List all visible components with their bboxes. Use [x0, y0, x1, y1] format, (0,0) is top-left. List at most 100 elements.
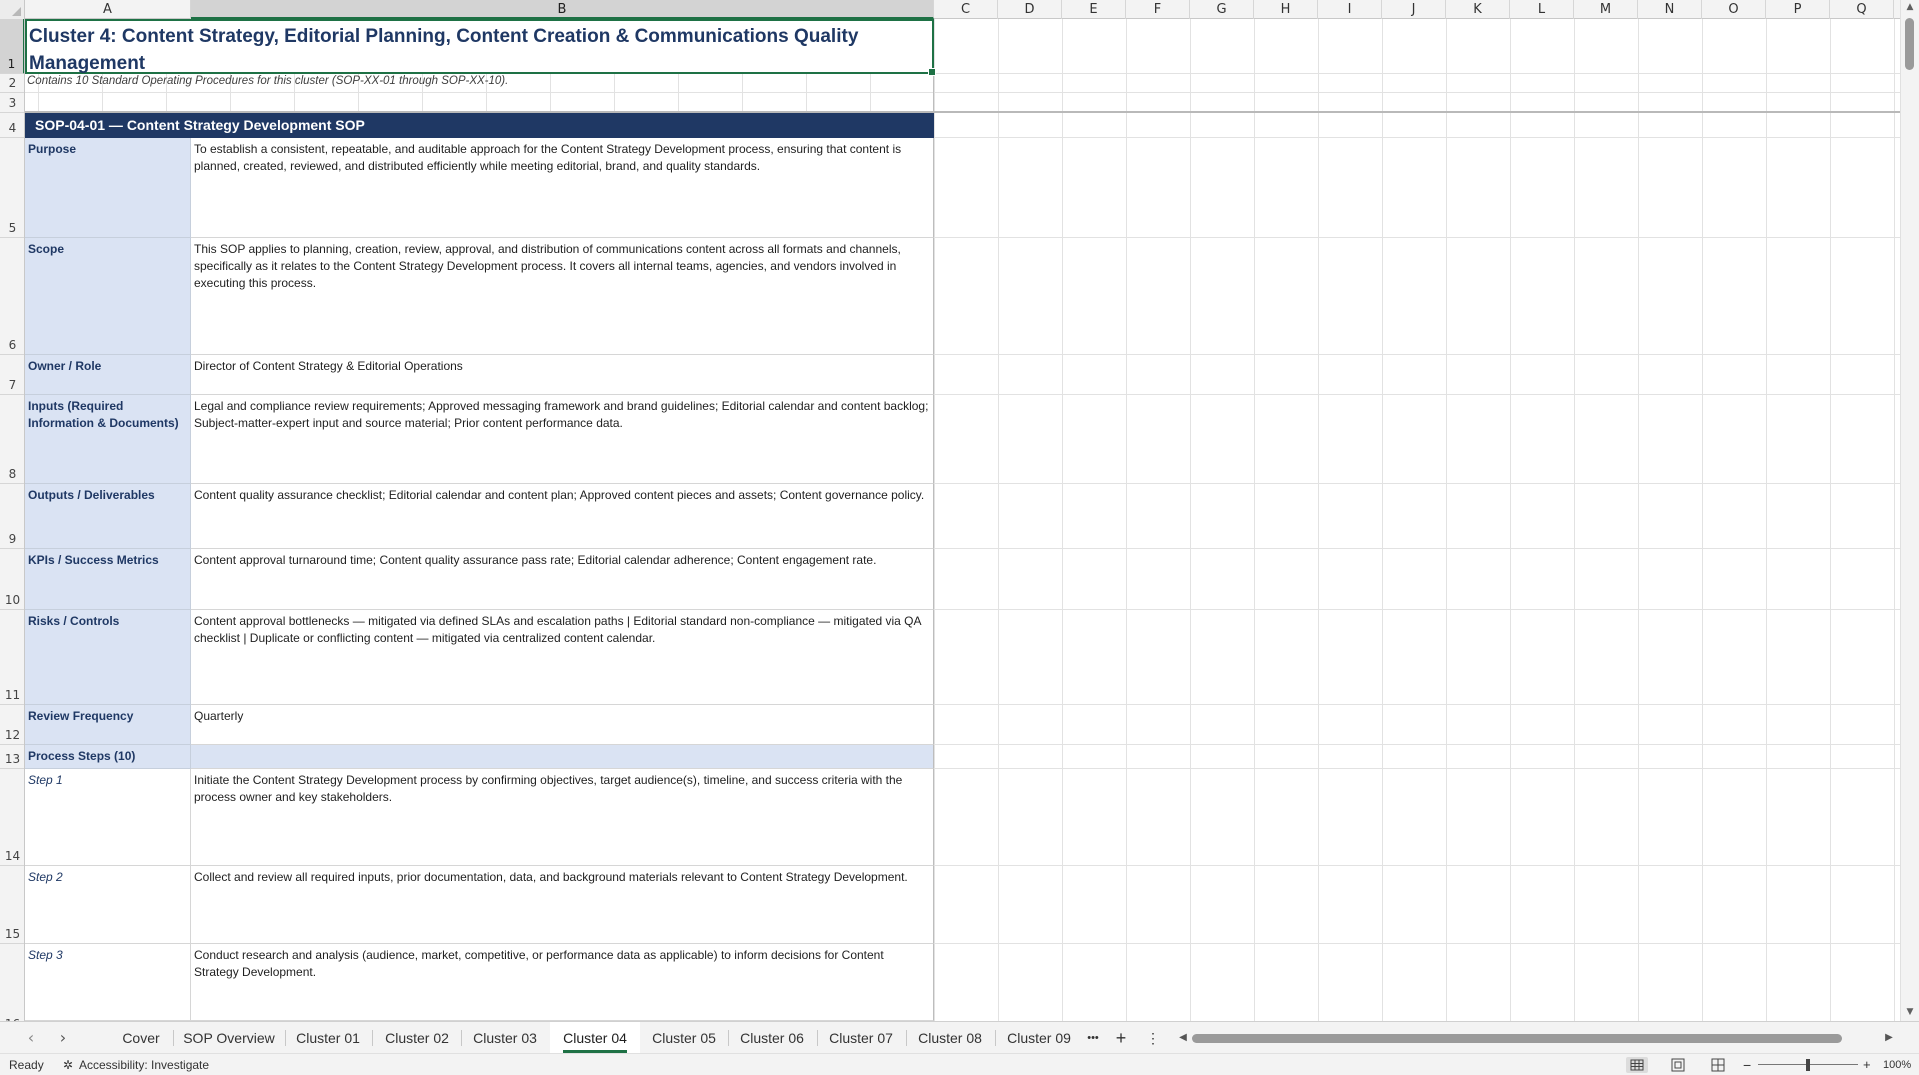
label-review-frequency[interactable]: Review Frequency: [25, 705, 191, 745]
tab-cover[interactable]: Cover: [112, 1022, 170, 1054]
vertical-scrollbar[interactable]: ▲ ▼: [1900, 0, 1919, 1021]
page-layout-icon: [1671, 1058, 1685, 1072]
tab-cluster-02[interactable]: Cluster 02: [376, 1022, 458, 1054]
scroll-down-icon[interactable]: ▼: [1901, 1005, 1919, 1019]
column-header-m[interactable]: M: [1574, 0, 1638, 19]
vertical-scroll-thumb[interactable]: [1905, 18, 1914, 70]
label-risks[interactable]: Risks / Controls: [25, 610, 191, 705]
column-header-a[interactable]: A: [25, 0, 191, 19]
column-header-q[interactable]: Q: [1830, 0, 1894, 19]
value-outputs[interactable]: Content quality assurance checklist; Edi…: [191, 484, 934, 549]
accessibility-status[interactable]: Accessibility: Investigate: [79, 1054, 209, 1075]
tab-cluster-03[interactable]: Cluster 03: [464, 1022, 546, 1054]
normal-view-button[interactable]: [1626, 1057, 1648, 1073]
zoom-in-icon[interactable]: +: [1863, 1054, 1871, 1075]
zoom-out-icon[interactable]: −: [1743, 1054, 1751, 1075]
column-header-n[interactable]: N: [1638, 0, 1702, 19]
row-header-10[interactable]: 10: [0, 549, 24, 610]
normal-view-icon: [1630, 1059, 1644, 1071]
page-break-icon: [1711, 1058, 1725, 1072]
page-break-view-button[interactable]: [1707, 1057, 1729, 1073]
tab-cluster-09[interactable]: Cluster 09: [998, 1022, 1080, 1054]
step-label-2[interactable]: Step 2: [25, 866, 191, 944]
label-kpis[interactable]: KPIs / Success Metrics: [25, 549, 191, 610]
value-scope[interactable]: This SOP applies to planning, creation, …: [191, 238, 934, 355]
row-header-9[interactable]: 9: [0, 484, 24, 549]
tab-next-icon[interactable]: ›: [52, 1022, 74, 1054]
horizontal-scrollbar[interactable]: ◀ ▶: [1176, 1022, 1898, 1054]
column-header-i[interactable]: I: [1318, 0, 1382, 19]
zoom-slider-thumb[interactable]: [1806, 1059, 1810, 1071]
label-inputs[interactable]: Inputs (Required Information & Documents…: [25, 395, 191, 484]
select-all-corner[interactable]: [0, 0, 25, 19]
value-owner-role[interactable]: Director of Content Strategy & Editorial…: [191, 355, 934, 395]
row-header-1[interactable]: 1: [0, 19, 24, 74]
tab-cluster-05[interactable]: Cluster 05: [643, 1022, 725, 1054]
label-owner-role[interactable]: Owner / Role: [25, 355, 191, 395]
row-header-3[interactable]: 3: [0, 93, 24, 113]
row-header-2[interactable]: 2: [0, 74, 24, 93]
row-header-14[interactable]: 14: [0, 769, 24, 866]
column-header-p[interactable]: P: [1766, 0, 1830, 19]
tab-cluster-01[interactable]: Cluster 01: [288, 1022, 368, 1054]
column-header-k[interactable]: K: [1446, 0, 1510, 19]
row-header-6[interactable]: 6: [0, 238, 24, 355]
sheet-title-cell[interactable]: Cluster 4: Content Strategy, Editorial P…: [25, 19, 936, 76]
column-header-l[interactable]: L: [1510, 0, 1574, 19]
column-header-g[interactable]: G: [1190, 0, 1254, 19]
status-bar: Ready ✲ Accessibility: Investigate − + 1…: [0, 1053, 1919, 1075]
scroll-left-icon[interactable]: ◀: [1176, 1022, 1190, 1054]
step-label-3[interactable]: Step 3: [25, 944, 191, 1021]
page-layout-view-button[interactable]: [1667, 1057, 1689, 1073]
row-header-12[interactable]: 12: [0, 705, 24, 745]
tab-cluster-08[interactable]: Cluster 08: [909, 1022, 991, 1054]
row-header-5[interactable]: 5: [0, 138, 24, 238]
scroll-up-icon[interactable]: ▲: [1901, 0, 1919, 14]
row-header-11[interactable]: 11: [0, 610, 24, 705]
add-sheet-icon[interactable]: +: [1110, 1022, 1132, 1054]
column-header-b[interactable]: B: [191, 0, 934, 19]
scroll-right-icon[interactable]: ▶: [1882, 1022, 1896, 1054]
step-value-2[interactable]: Collect and review all required inputs, …: [191, 866, 934, 944]
tab-cluster-06[interactable]: Cluster 06: [731, 1022, 813, 1054]
step-value-1[interactable]: Initiate the Content Strategy Developmen…: [191, 769, 934, 866]
row-header-15[interactable]: 15: [0, 866, 24, 944]
column-header-j[interactable]: J: [1382, 0, 1446, 19]
sop-header-cell[interactable]: SOP-04-01 — Content Strategy Development…: [25, 113, 934, 138]
column-header-o[interactable]: O: [1702, 0, 1766, 19]
row-header-8[interactable]: 8: [0, 395, 24, 484]
tab-options-icon[interactable]: ⋮: [1142, 1022, 1164, 1054]
value-process-steps[interactable]: [191, 745, 934, 769]
row-header-16[interactable]: 16: [0, 944, 24, 1021]
tab-cluster-04[interactable]: Cluster 04: [550, 1022, 640, 1054]
row-header-7[interactable]: 7: [0, 355, 24, 395]
column-header-c[interactable]: C: [934, 0, 998, 19]
more-tabs-icon[interactable]: •••: [1082, 1022, 1104, 1054]
value-inputs[interactable]: Legal and compliance review requirements…: [191, 395, 934, 484]
column-header-h[interactable]: H: [1254, 0, 1318, 19]
column-header-e[interactable]: E: [1062, 0, 1126, 19]
zoom-level[interactable]: 100%: [1883, 1054, 1911, 1075]
row-header-4[interactable]: 4: [0, 113, 24, 138]
row-header-13[interactable]: 13: [0, 745, 24, 769]
column-header-f[interactable]: F: [1126, 0, 1190, 19]
tab-prev-icon[interactable]: ‹: [20, 1022, 42, 1054]
label-purpose[interactable]: Purpose: [25, 138, 191, 238]
value-risks[interactable]: Content approval bottlenecks — mitigated…: [191, 610, 934, 705]
horizontal-scroll-thumb[interactable]: [1192, 1034, 1842, 1043]
label-outputs[interactable]: Outputs / Deliverables: [25, 484, 191, 549]
tab-sop-overview[interactable]: SOP Overview: [176, 1022, 282, 1054]
value-review-frequency[interactable]: Quarterly: [191, 705, 934, 745]
worksheet-grid[interactable]: Cluster 4: Content Strategy, Editorial P…: [25, 19, 1900, 1021]
value-purpose[interactable]: To establish a consistent, repeatable, a…: [191, 138, 934, 238]
step-label-1[interactable]: Step 1: [25, 769, 191, 866]
column-header: A B C D E F G H I J K L M N O P Q: [0, 0, 1900, 19]
column-header-d[interactable]: D: [998, 0, 1062, 19]
label-process-steps[interactable]: Process Steps (10): [25, 745, 191, 769]
value-kpis[interactable]: Content approval turnaround time; Conten…: [191, 549, 934, 610]
excel-window: A B C D E F G H I J K L M N O P Q 1 2 3 …: [0, 0, 1919, 1075]
sheet-subtitle-cell[interactable]: Contains 10 Standard Operating Procedure…: [25, 74, 934, 92]
tab-cluster-07[interactable]: Cluster 07: [820, 1022, 902, 1054]
step-value-3[interactable]: Conduct research and analysis (audience,…: [191, 944, 934, 1021]
label-scope[interactable]: Scope: [25, 238, 191, 355]
